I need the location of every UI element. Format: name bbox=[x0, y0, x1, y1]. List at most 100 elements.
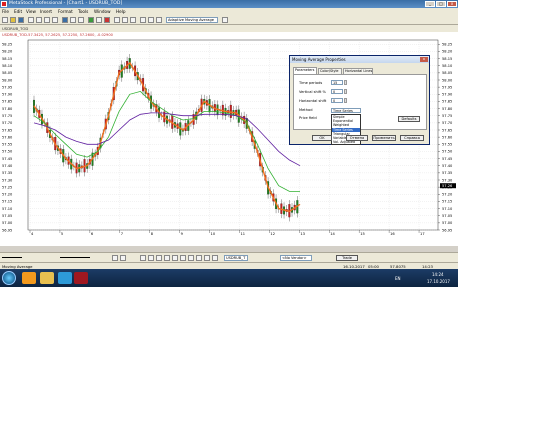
menu-help[interactable]: Help bbox=[116, 9, 126, 14]
cursor-icon[interactable] bbox=[148, 17, 154, 23]
menu-bar: File Edit View Insert Format Tools Windo… bbox=[0, 8, 458, 15]
zoom-in-icon[interactable] bbox=[70, 17, 76, 23]
text-icon[interactable] bbox=[140, 17, 146, 23]
y-tick-label: 57.05 bbox=[442, 214, 452, 218]
y-tick-label-left: 57.40 bbox=[2, 164, 13, 168]
vendor-select[interactable]: <No Vendor> bbox=[280, 255, 312, 261]
open-icon[interactable] bbox=[10, 17, 16, 23]
app-icon[interactable] bbox=[58, 272, 72, 284]
alert-icon[interactable] bbox=[104, 17, 110, 23]
metastock-task-icon[interactable] bbox=[74, 272, 88, 284]
ok-button[interactable]: OK bbox=[312, 135, 332, 141]
fill-icon[interactable] bbox=[120, 255, 126, 261]
color-icon[interactable] bbox=[112, 255, 118, 261]
vertical-shift-input[interactable]: 0 bbox=[331, 89, 343, 94]
draw-icon-8[interactable] bbox=[196, 255, 202, 261]
line-icon[interactable] bbox=[96, 17, 102, 23]
y-tick-label-left: 57.00 bbox=[2, 221, 13, 225]
draw-icon-7[interactable] bbox=[188, 255, 194, 261]
minimize-button[interactable]: _ bbox=[425, 1, 435, 7]
draw-icon-9[interactable] bbox=[204, 255, 210, 261]
vertical-shift-spinner[interactable] bbox=[344, 89, 347, 94]
draw-icon-3[interactable] bbox=[156, 255, 162, 261]
time-periods-input[interactable]: 15 bbox=[331, 80, 343, 85]
menu-tools[interactable]: Tools bbox=[78, 9, 88, 14]
menu-edit[interactable]: Edit bbox=[14, 9, 22, 14]
tray-date[interactable]: 17.10.2017 bbox=[427, 279, 450, 284]
chart-icon[interactable] bbox=[88, 17, 94, 23]
start-button[interactable] bbox=[2, 271, 16, 285]
menu-window[interactable]: Window bbox=[94, 9, 111, 14]
bars-icon[interactable] bbox=[122, 17, 128, 23]
x-tick-label: 13 bbox=[300, 232, 305, 236]
print-icon[interactable] bbox=[28, 17, 34, 23]
indicator-apply-icon[interactable] bbox=[222, 17, 228, 23]
line-weight-swatch[interactable] bbox=[60, 257, 90, 258]
time-periods-spinner[interactable] bbox=[344, 80, 347, 85]
draw-icon-4[interactable] bbox=[164, 255, 170, 261]
maximize-button[interactable]: □ bbox=[436, 1, 446, 7]
chart-header: USDRUB_TOD bbox=[0, 25, 458, 32]
trade-button[interactable]: Trade bbox=[336, 255, 358, 261]
apply-button[interactable]: Применить bbox=[372, 135, 396, 141]
draw-icon-10[interactable] bbox=[212, 255, 218, 261]
y-tick-label: 57.35 bbox=[442, 171, 452, 175]
tray-language[interactable]: EN bbox=[395, 276, 401, 281]
y-tick-label: 57.45 bbox=[442, 157, 452, 161]
y-tick-label-left: 58.10 bbox=[2, 64, 13, 68]
y-tick-label: 58.00 bbox=[442, 78, 453, 82]
crosshair-icon[interactable] bbox=[156, 17, 162, 23]
y-tick-label-left: 57.55 bbox=[2, 143, 12, 147]
help-button[interactable]: Справка bbox=[400, 135, 424, 141]
y-tick-label-left: 57.65 bbox=[2, 128, 12, 132]
indicator-icon[interactable] bbox=[114, 17, 120, 23]
menu-format[interactable]: Format bbox=[58, 9, 73, 14]
draw-icon-1[interactable] bbox=[140, 255, 146, 261]
symbol-select[interactable]: USDRUB_T bbox=[224, 255, 248, 261]
y-tick-label: 58.15 bbox=[442, 57, 452, 61]
defaults-button[interactable]: Defaults bbox=[398, 116, 420, 122]
y-tick-label: 57.80 bbox=[442, 107, 453, 111]
y-tick-label-left: 56.95 bbox=[2, 228, 12, 232]
window-titlebar: MetaStock Professional - [Chart1 - USDRU… bbox=[0, 0, 458, 8]
cancel-button[interactable]: Отмена bbox=[346, 135, 368, 141]
line-style-swatch[interactable] bbox=[2, 257, 22, 258]
window-title: MetaStock Professional - [Chart1 - USDRU… bbox=[9, 1, 123, 6]
draw-icon-6[interactable] bbox=[180, 255, 186, 261]
paste-icon[interactable] bbox=[52, 17, 58, 23]
explorer-icon[interactable] bbox=[40, 272, 54, 284]
draw-icon-5[interactable] bbox=[172, 255, 178, 261]
copy-icon[interactable] bbox=[44, 17, 50, 23]
menu-file[interactable]: File bbox=[2, 9, 9, 14]
y-tick-label-left: 58.15 bbox=[2, 57, 12, 61]
desktop-screen: MetaStock Professional - [Chart1 - USDRU… bbox=[0, 0, 458, 287]
y-tick-label: 57.20 bbox=[442, 193, 453, 197]
dialog-close-button[interactable]: x bbox=[420, 57, 428, 62]
bottom-toolbar: USDRUB_T <No Vendor> Trade bbox=[0, 252, 458, 262]
y-tick-label: 57.95 bbox=[442, 85, 452, 89]
horizontal-shift-input[interactable]: 0 bbox=[331, 98, 343, 103]
main-toolbar: Adaptive Moving Average bbox=[0, 15, 458, 25]
save-icon[interactable] bbox=[18, 17, 24, 23]
new-icon[interactable] bbox=[2, 17, 8, 23]
menu-insert[interactable]: Insert bbox=[40, 9, 52, 14]
menu-view[interactable]: View bbox=[26, 9, 36, 14]
y-tick-label-left: 57.35 bbox=[2, 171, 12, 175]
draw-icon-2[interactable] bbox=[148, 255, 154, 261]
horizontal-shift-spinner[interactable] bbox=[344, 98, 347, 103]
close-button[interactable]: x bbox=[447, 1, 457, 7]
cut-icon[interactable] bbox=[36, 17, 42, 23]
tray-time[interactable]: 14:24 bbox=[432, 272, 444, 277]
candle-icon[interactable] bbox=[130, 17, 136, 23]
y-tick-label-left: 57.20 bbox=[2, 193, 13, 197]
zoom-out-icon[interactable] bbox=[78, 17, 84, 23]
metastock-icon bbox=[1, 1, 7, 7]
dialog-title: Moving Average Properties bbox=[290, 56, 429, 63]
y-tick-label: 57.30 bbox=[442, 178, 453, 182]
indicator-select[interactable]: Adaptive Moving Average bbox=[166, 17, 218, 23]
method-select[interactable]: Time Series bbox=[331, 108, 361, 113]
y-tick-label-left: 57.15 bbox=[2, 200, 12, 204]
tab-parameters[interactable]: Parameters bbox=[293, 67, 317, 74]
explorer-icon[interactable] bbox=[62, 17, 68, 23]
firefox-icon[interactable] bbox=[22, 272, 36, 284]
